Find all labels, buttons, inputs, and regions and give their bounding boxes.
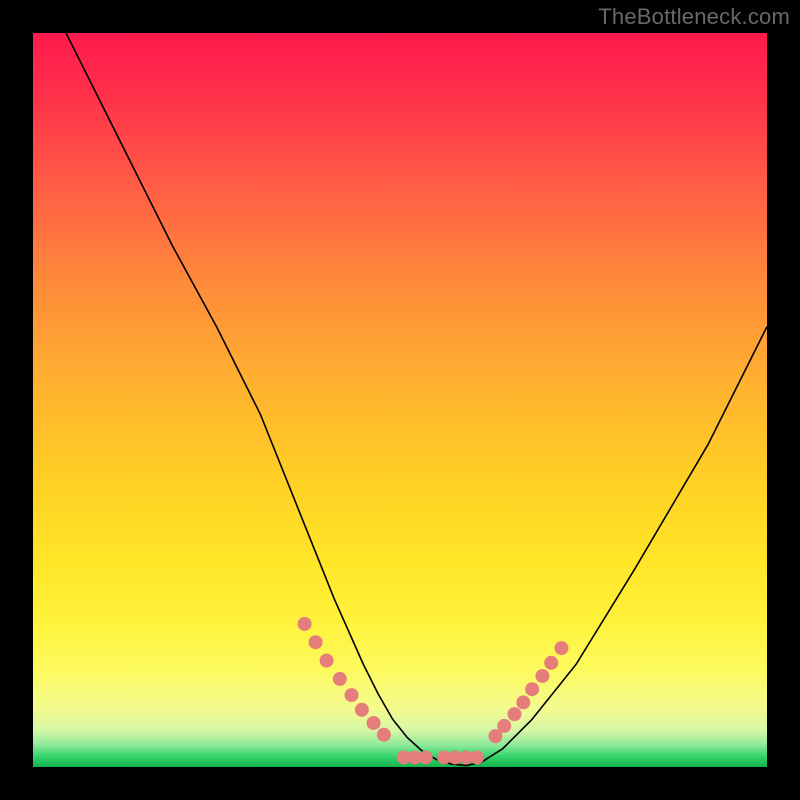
chart-frame: [33, 33, 767, 767]
data-dot: [419, 750, 433, 764]
data-dot: [333, 672, 347, 686]
data-dot: [497, 719, 511, 733]
chart-svg: [33, 33, 767, 767]
data-dot: [298, 617, 312, 631]
data-dot: [544, 656, 558, 670]
bottleneck-curve: [66, 33, 767, 766]
data-dot: [516, 695, 530, 709]
data-dot: [355, 703, 369, 717]
data-dot: [309, 635, 323, 649]
watermark-text: TheBottleneck.com: [598, 4, 790, 30]
data-dot: [470, 750, 484, 764]
data-dots: [298, 617, 569, 765]
page-root: TheBottleneck.com: [0, 0, 800, 800]
data-dot: [535, 669, 549, 683]
data-dot: [508, 707, 522, 721]
data-dot: [554, 641, 568, 655]
data-dot: [345, 688, 359, 702]
data-dot: [320, 654, 334, 668]
data-dot: [367, 716, 381, 730]
data-dot: [377, 728, 391, 742]
data-dot: [525, 682, 539, 696]
